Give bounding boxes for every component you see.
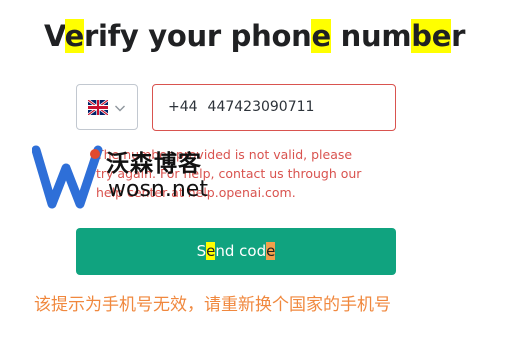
title-highlight: e [64, 19, 84, 53]
watermark-logo-icon [32, 145, 103, 209]
annotation-note: 该提示为手机号无效，请重新换个国家的手机号 [34, 295, 391, 315]
title-part: r [451, 19, 466, 53]
phone-number-value: 447423090711 [207, 99, 315, 115]
country-select[interactable] [76, 84, 138, 130]
watermark-logo-text: 沃森博客 [106, 151, 202, 177]
page-title: Verify your phone number [44, 16, 465, 56]
send-code-button[interactable]: Send code [76, 228, 396, 275]
button-label-part: S [196, 242, 207, 260]
chevron-down-icon [115, 105, 125, 112]
title-part: rify your phon [83, 19, 312, 53]
title-highlight: e [311, 19, 331, 53]
title-highlight: b [411, 19, 432, 53]
title-part: V [44, 19, 65, 53]
title-highlight: e [431, 19, 452, 53]
phone-number-input[interactable]: +44 447423090711 [152, 84, 396, 131]
title-part: num [330, 19, 412, 53]
uk-flag-icon [88, 100, 108, 115]
watermark-url: wosn.net [108, 177, 208, 202]
country-code: +44 [168, 99, 198, 115]
button-label-part: nd cod [215, 242, 267, 260]
watermark: 沃森博客 wosn.net [32, 140, 232, 210]
button-label-highlight: e [266, 242, 276, 260]
button-label-highlight: e [206, 242, 216, 260]
